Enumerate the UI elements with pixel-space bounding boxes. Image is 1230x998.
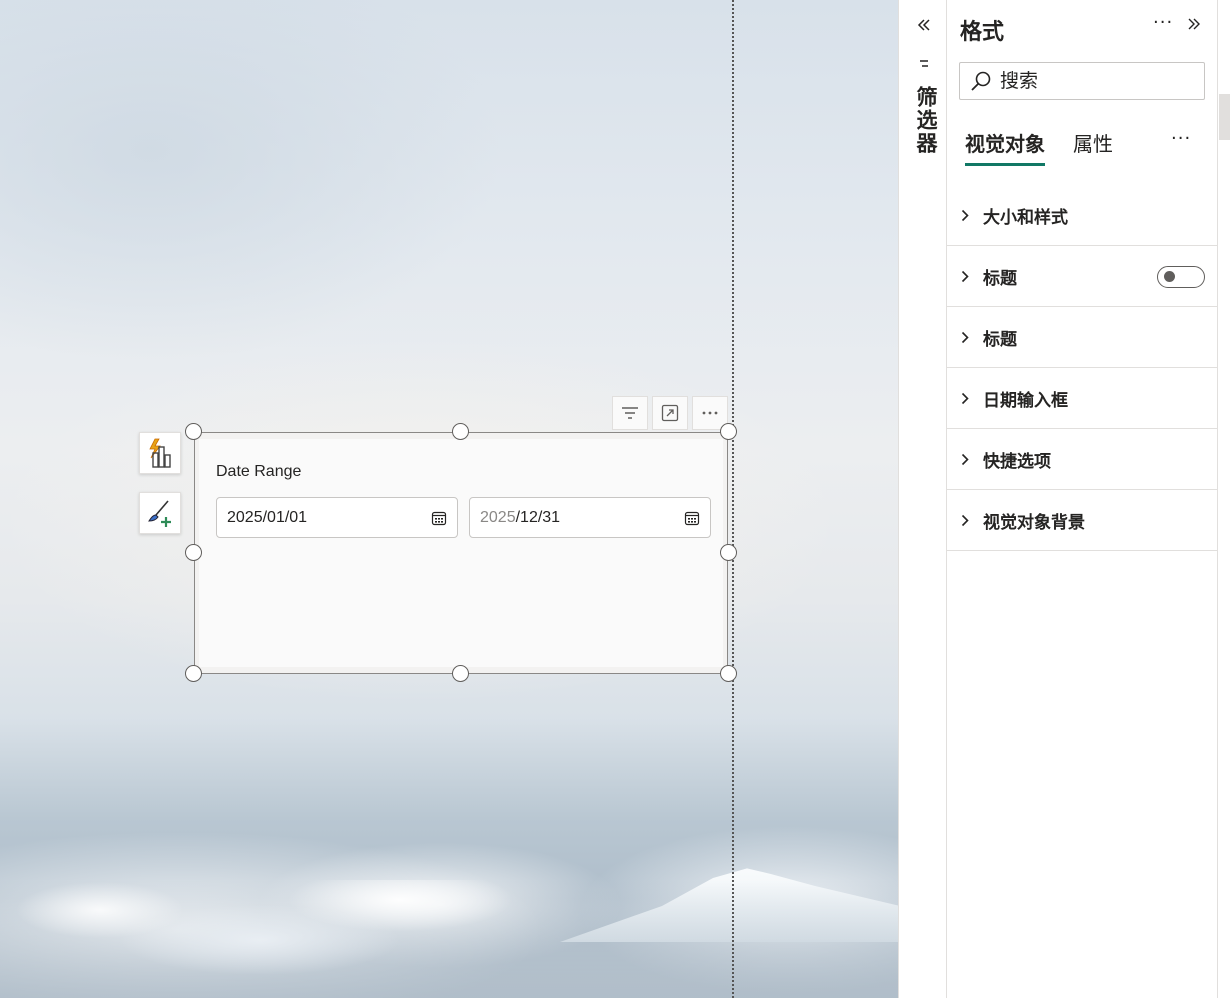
section-header[interactable]: 标题	[947, 307, 1217, 368]
section-title-toggle[interactable]: 标题	[947, 246, 1217, 307]
resize-handle-top[interactable]	[452, 423, 469, 440]
section-label: 快捷选项	[983, 451, 1051, 472]
chevron-right-icon	[961, 392, 969, 404]
expand-filters-button[interactable]	[915, 14, 933, 36]
date-slicer-visual[interactable]: Date Range 2025/01/01 2025/12/31	[194, 432, 728, 674]
more-icon	[702, 411, 718, 415]
adjacent-pane-tab[interactable]	[1219, 94, 1230, 140]
format-brush-icon	[148, 500, 171, 527]
page-boundary-guide	[732, 0, 734, 998]
resize-handle-bottom-left[interactable]	[185, 665, 202, 682]
section-quick-options[interactable]: 快捷选项	[947, 429, 1217, 490]
double-chevron-left-icon	[917, 19, 930, 31]
section-visual-background[interactable]: 视觉对象背景	[947, 490, 1217, 551]
chevron-right-icon	[961, 209, 969, 221]
format-pane: 格式 ··· 视觉对象 属性 ··· 大小和样式 标题 标题 日期输入框 快捷选…	[947, 0, 1217, 998]
resize-handle-top-left[interactable]	[185, 423, 202, 440]
title-toggle-switch[interactable]	[1157, 266, 1205, 288]
filters-pane-collapsed[interactable]: 筛选器	[898, 0, 947, 998]
resize-handle-bottom[interactable]	[452, 665, 469, 682]
visual-title: Date Range	[216, 463, 302, 480]
build-visual-icon	[149, 438, 171, 468]
chevron-right-icon	[961, 331, 969, 343]
chevron-right-icon	[961, 270, 969, 282]
pane-more-options-button[interactable]: ···	[1153, 12, 1173, 40]
format-visual-button[interactable]	[139, 492, 181, 534]
filters-pane-label[interactable]: 筛选器	[911, 86, 941, 155]
search-box[interactable]	[959, 62, 1205, 100]
section-label: 日期输入框	[983, 390, 1068, 411]
build-visual-button[interactable]	[139, 432, 181, 474]
tabs-more-options-button[interactable]: ···	[1171, 128, 1191, 149]
search-input[interactable]	[1000, 70, 1190, 92]
double-chevron-right-icon	[1188, 18, 1200, 30]
chevron-right-icon	[961, 514, 969, 526]
adjacent-pane-edge	[1217, 0, 1230, 998]
search-icon	[971, 71, 991, 91]
filter-icon	[622, 407, 638, 419]
section-label: 大小和样式	[983, 207, 1068, 228]
end-date-value: 2025/12/31	[480, 508, 561, 526]
resize-handle-bottom-right[interactable]	[720, 665, 737, 682]
start-date-value: 2025/01/01	[227, 508, 308, 526]
visual-body: Date Range 2025/01/01 2025/12/31	[199, 439, 723, 667]
chevron-right-icon	[961, 453, 969, 465]
section-label: 视觉对象背景	[983, 512, 1085, 533]
calendar-icon[interactable]	[431, 510, 447, 526]
start-date-field[interactable]: 2025/01/01	[216, 497, 458, 538]
focus-mode-icon	[661, 404, 679, 422]
pane-title: 格式	[960, 20, 1005, 45]
tab-properties[interactable]: 属性	[1073, 128, 1113, 163]
section-label: 标题	[983, 268, 1017, 289]
section-label: 标题	[983, 329, 1017, 350]
background-clouds	[0, 880, 898, 998]
resize-handle-top-right[interactable]	[720, 423, 737, 440]
filter-visual-button[interactable]	[612, 396, 648, 430]
section-date-inputs[interactable]: 日期输入框	[947, 368, 1217, 429]
tab-visual[interactable]: 视觉对象	[965, 128, 1045, 166]
filter-icon	[920, 60, 928, 67]
focus-mode-button[interactable]	[652, 396, 688, 430]
section-size-style[interactable]: 大小和样式	[947, 185, 1217, 246]
resize-handle-right[interactable]	[720, 544, 737, 561]
calendar-icon[interactable]	[684, 510, 700, 526]
collapse-pane-button[interactable]	[1187, 16, 1205, 38]
end-date-field[interactable]: 2025/12/31	[469, 497, 711, 538]
toggle-knob	[1164, 271, 1175, 282]
report-canvas[interactable]: Date Range 2025/01/01 2025/12/31	[0, 0, 898, 998]
resize-handle-left[interactable]	[185, 544, 202, 561]
